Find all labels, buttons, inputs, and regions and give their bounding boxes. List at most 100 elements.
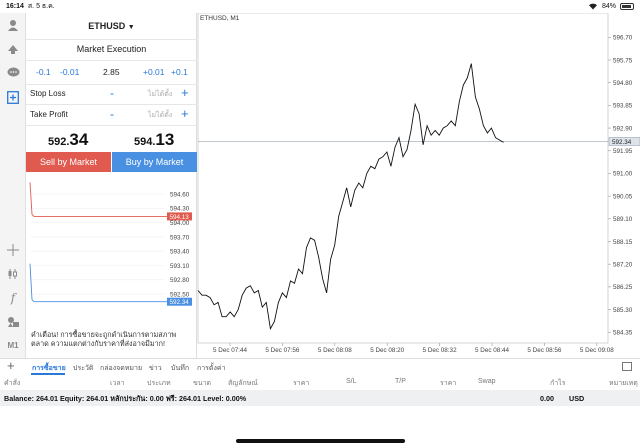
- chat-icon[interactable]: [5, 65, 21, 81]
- mini-tick-label: 593.70: [170, 234, 190, 241]
- mini-tick-label: 594.30: [170, 206, 190, 213]
- col-order: คำสั่ง: [4, 380, 21, 387]
- mini-tick-label: 592.50: [170, 292, 190, 299]
- order-panel: ETHUSD ▼ Market Execution -0.1 -0.01 2.8…: [26, 13, 197, 358]
- y-tick-label: 587.20: [613, 261, 633, 268]
- col-symbol: สัญลักษณ์: [228, 380, 258, 387]
- y-tick-label: 591.00: [613, 171, 633, 178]
- bid-price-main: 592.: [48, 136, 70, 148]
- y-tick-label: 586.25: [613, 284, 633, 291]
- battery-icon: [620, 3, 634, 10]
- take-profit-input[interactable]: ไม่ได้ตั้ง: [148, 110, 172, 121]
- crosshair-icon[interactable]: [5, 242, 21, 258]
- ask-tick-line: [29, 182, 168, 217]
- left-sidebar: f M1: [0, 13, 26, 358]
- chart-title: ETHUSD, M1: [200, 15, 240, 22]
- y-tick-label: 596.70: [613, 35, 633, 42]
- new-order-icon[interactable]: [5, 89, 21, 105]
- add-tab-button[interactable]: +: [7, 359, 15, 373]
- positions-table-header: คำสั่ง เวลา ประเภท ขนาด สัญลักษณ์ ราคา S…: [0, 375, 640, 389]
- symbol-label: ETHUSD: [88, 21, 126, 31]
- tab-news[interactable]: ข่าว: [149, 363, 162, 374]
- take-profit-row: Take Profit - ไม่ได้ตั้ง +: [26, 107, 197, 122]
- volume-plus-001-button[interactable]: +0.01: [143, 67, 165, 77]
- price-chart[interactable]: 596.70 595.75 594.80 593.85 592.90 591.95 591.…: [197, 12, 640, 358]
- tab-history[interactable]: ประวัติ: [73, 363, 93, 374]
- y-tick-label: 584.35: [613, 330, 633, 337]
- x-tick-label: 5 Dec 08:44: [475, 347, 509, 354]
- stop-loss-plus-button[interactable]: +: [181, 86, 189, 99]
- execution-type[interactable]: Market Execution: [26, 44, 197, 54]
- layout-icon[interactable]: [622, 362, 632, 371]
- sell-by-market-button[interactable]: Sell by Market: [26, 152, 111, 172]
- home-indicator[interactable]: [236, 439, 405, 443]
- mini-tick-label: 594.00: [170, 220, 190, 227]
- tab-alerts[interactable]: การตั้งค่า: [197, 363, 226, 374]
- col-comment: หมายเหตุ: [609, 380, 638, 387]
- user-icon[interactable]: [5, 17, 21, 33]
- balance-summary: Balance: 264.01 Equity: 264.01 หลักประกั…: [4, 394, 247, 403]
- volume-value[interactable]: 2.85: [103, 67, 120, 77]
- take-profit-plus-button[interactable]: +: [181, 107, 189, 120]
- x-tick-label: 5 Dec 07:56: [265, 347, 299, 354]
- y-tick-label: 589.10: [613, 216, 633, 223]
- bid-price: 592.34: [48, 130, 88, 150]
- signal-icon[interactable]: [5, 41, 21, 57]
- buy-by-market-button[interactable]: Buy by Market: [112, 152, 197, 172]
- timeframe-button[interactable]: M1: [5, 337, 21, 353]
- battery-percent: 84%: [601, 3, 616, 10]
- col-type: ประเภท: [147, 380, 171, 387]
- y-tick-label: 595.75: [613, 57, 633, 64]
- take-profit-label: Take Profit: [30, 110, 68, 119]
- bid-price-big: 34: [69, 130, 89, 149]
- x-tick-label: 5 Dec 08:32: [423, 347, 457, 354]
- ask-price: 594.13: [134, 130, 174, 150]
- col-time: เวลา: [110, 380, 125, 387]
- x-tick-label: 5 Dec 07:44: [213, 347, 247, 354]
- x-tick-label: 5 Dec 08:08: [318, 347, 352, 354]
- objects-icon[interactable]: [5, 314, 21, 330]
- y-tick-label: 593.85: [613, 103, 633, 110]
- status-bar: 16:14 ส. 5 ธ.ค. 84%: [0, 0, 640, 13]
- x-tick-label: 5 Dec 08:20: [370, 347, 404, 354]
- price-chart-area[interactable]: ETHUSD, M1 596.70 595.75 594.80 593.85 592.9…: [197, 12, 640, 358]
- y-tick-label: 585.30: [613, 307, 633, 314]
- x-tick-label: 5 Dec 09:08: [580, 347, 614, 354]
- volume-minus-01-button[interactable]: -0.1: [36, 67, 51, 77]
- col-swap: Swap: [478, 378, 496, 385]
- y-tick-label: 588.15: [613, 239, 633, 246]
- mini-tick-label: 593.40: [170, 249, 190, 256]
- timeframe-label: M1: [7, 340, 19, 350]
- col-sl: S/L: [346, 378, 357, 385]
- stop-loss-label: Stop Loss: [30, 89, 66, 98]
- divider: [26, 39, 197, 40]
- col-price: ราคา: [293, 380, 310, 387]
- execution-warning: คำเตือน! การซื้อขายจะถูกดำเนินการตามสภาพ…: [31, 330, 177, 348]
- stop-loss-input[interactable]: ไม่ได้ตั้ง: [148, 89, 172, 100]
- tab-journal[interactable]: บันทึก: [171, 363, 189, 374]
- ask-price-main: 594.: [134, 136, 156, 148]
- take-profit-minus-button[interactable]: -: [110, 108, 114, 120]
- divider: [26, 104, 197, 105]
- balance-bar: Balance: 264.01 Equity: 264.01 หลักประกั…: [0, 390, 640, 406]
- mini-tick-label: 592.80: [170, 277, 190, 284]
- sell-button-label: Sell by Market: [39, 157, 98, 167]
- col-volume: ขนาด: [193, 380, 212, 387]
- buy-button-label: Buy by Market: [125, 157, 184, 167]
- tab-mailbox[interactable]: กล่องจดหมาย: [100, 363, 142, 374]
- divider: [26, 60, 197, 61]
- chevron-down-icon: ▼: [127, 24, 135, 31]
- candlestick-icon[interactable]: [5, 266, 21, 282]
- volume-plus-01-button[interactable]: +0.1: [171, 67, 188, 77]
- symbol-selector[interactable]: ETHUSD ▼: [26, 16, 197, 36]
- stop-loss-minus-button[interactable]: -: [110, 87, 114, 99]
- y-tick-label: 592.90: [613, 125, 633, 132]
- wifi-icon: [588, 2, 598, 12]
- col-profit: กำไร: [550, 380, 566, 387]
- volume-minus-001-button[interactable]: -0.01: [60, 67, 79, 77]
- indicator-f-icon[interactable]: f: [5, 290, 21, 306]
- battery-level: [622, 5, 632, 8]
- mini-tick-label: 594.60: [170, 191, 190, 198]
- ask-price-big: 13: [155, 130, 175, 149]
- bid-price-tag-label: 592.34: [170, 299, 190, 306]
